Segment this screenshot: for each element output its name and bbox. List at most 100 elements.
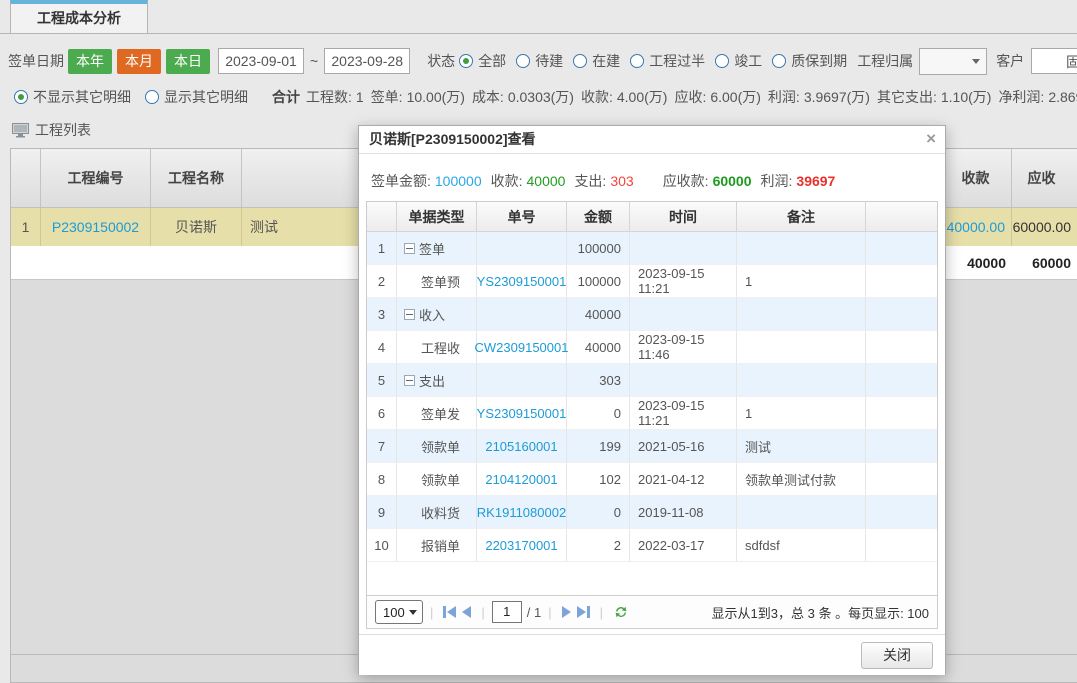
document-row: 5 支出 303 xyxy=(367,364,937,397)
status-radio-option[interactable]: 竣工 xyxy=(715,51,762,71)
radio-icon[interactable] xyxy=(459,54,473,68)
quick-date-buttons: 本年 本月 本日 xyxy=(68,49,215,74)
doc-number-link[interactable]: 2105160001 xyxy=(485,439,557,454)
cell-doc-type: 支出 xyxy=(397,364,477,397)
total-label: 合计 xyxy=(272,87,300,107)
stat-label: 其它支出: xyxy=(877,89,937,105)
doc-number-link[interactable]: CW2309150001 xyxy=(475,340,569,355)
radio-icon[interactable] xyxy=(715,54,729,68)
monitor-icon xyxy=(12,123,29,138)
status-radio-option[interactable]: 待建 xyxy=(516,51,563,71)
summary-stat: 应收:6.00(万) xyxy=(674,87,760,107)
status-radio-option[interactable]: 在建 xyxy=(573,51,620,71)
clipped-label: 固 xyxy=(1066,52,1077,72)
cell-doc-type: 收料货 xyxy=(397,496,477,529)
total-received: 40000 xyxy=(946,246,1012,279)
header-project-code[interactable]: 工程编号 xyxy=(41,149,151,207)
header-note[interactable]: 备注 xyxy=(737,202,866,231)
date-to-input[interactable]: 2023-09-28 xyxy=(324,48,410,74)
doc-number-link[interactable]: YS2309150001 xyxy=(477,406,567,421)
cell-row-number: 1 xyxy=(11,208,41,246)
project-code-link[interactable]: P2309150002 xyxy=(52,219,139,235)
tab-project-cost-analysis[interactable]: 工程成本分析 xyxy=(10,0,148,33)
close-button[interactable]: 关闭 xyxy=(861,642,933,669)
detail-radio-option[interactable]: 显示其它明细 xyxy=(145,87,248,107)
cell-doc-type: 收入 xyxy=(397,298,477,331)
next-page-button[interactable] xyxy=(562,606,571,618)
doc-type-label: 领款单 xyxy=(421,437,460,456)
header-project-name[interactable]: 工程名称 xyxy=(151,149,242,207)
first-page-button[interactable] xyxy=(443,606,456,618)
status-radio-option[interactable]: 工程过半 xyxy=(630,51,705,71)
header-doc-type[interactable]: 单据类型 xyxy=(397,202,477,231)
radio-icon[interactable] xyxy=(573,54,587,68)
radio-icon[interactable] xyxy=(14,90,28,104)
doc-type-label: 支出 xyxy=(419,371,445,390)
dialog-stat-value: 40000 xyxy=(527,173,566,189)
dialog-stat: 支出:303 xyxy=(574,171,633,191)
detail-option-label: 不显示其它明细 xyxy=(33,87,131,107)
cell-row-number: 9 xyxy=(367,496,397,529)
status-radio-option[interactable]: 全部 xyxy=(459,51,506,71)
doc-number-link[interactable]: 2203170001 xyxy=(485,538,557,553)
cell-row-number: 8 xyxy=(367,463,397,496)
doc-number-link[interactable]: RK1911080002 xyxy=(477,505,566,520)
doc-number-link[interactable]: YS2309150001 xyxy=(477,274,567,289)
pagination-bar: 100 | | 1 / 1 | | 显示从1到3，总 3 条 。每页显示: 10… xyxy=(367,595,937,628)
status-radio-option[interactable]: 质保到期 xyxy=(772,51,847,71)
cell-spacer xyxy=(866,298,937,331)
radio-icon[interactable] xyxy=(516,54,530,68)
chevron-down-icon xyxy=(409,610,417,615)
stat-value: 6.00(万) xyxy=(710,89,761,105)
status-option-label: 待建 xyxy=(535,51,563,71)
header-amount[interactable]: 金额 xyxy=(567,202,630,231)
cell-time: 2023-09-15 11:21 xyxy=(630,397,737,430)
cell-doc-type: 报销单 xyxy=(397,529,477,562)
received-amount-link[interactable]: 40000.00 xyxy=(947,219,1005,235)
cell-row-number: 6 xyxy=(367,397,397,430)
quick-date-button[interactable]: 本年 xyxy=(68,49,112,74)
header-time[interactable]: 时间 xyxy=(630,202,737,231)
cell-note xyxy=(737,298,866,331)
header-doc-number[interactable]: 单号 xyxy=(477,202,567,231)
stat-value: 4.00(万) xyxy=(617,89,668,105)
summary-stat: 收款:4.00(万) xyxy=(581,87,667,107)
date-from-input[interactable]: 2023-09-01 xyxy=(218,48,304,74)
stat-label: 签单: xyxy=(371,89,403,105)
close-icon[interactable]: × xyxy=(926,130,936,148)
project-owner-select[interactable] xyxy=(919,48,987,75)
stat-value: 2.8697(万) xyxy=(1048,89,1077,105)
cell-amount: 40000 xyxy=(567,331,630,364)
collapse-icon[interactable] xyxy=(404,375,415,386)
dialog-stat-label: 利润: xyxy=(761,173,793,189)
detail-radio-option[interactable]: 不显示其它明细 xyxy=(14,87,131,107)
refresh-icon[interactable] xyxy=(613,604,629,620)
doc-number-link[interactable]: 2104120001 xyxy=(485,472,557,487)
cell-time: 2021-04-12 xyxy=(630,463,737,496)
page-number-input[interactable]: 1 xyxy=(492,601,522,623)
quick-date-button[interactable]: 本日 xyxy=(166,49,210,74)
radio-icon[interactable] xyxy=(772,54,786,68)
header-spacer xyxy=(866,202,937,231)
last-page-button[interactable] xyxy=(577,606,590,618)
status-option-label: 工程过半 xyxy=(649,51,705,71)
project-owner-label: 工程归属 xyxy=(857,51,913,71)
header-received[interactable]: 收款 xyxy=(946,149,1012,207)
cell-doc-type: 领款单 xyxy=(397,463,477,496)
collapse-icon[interactable] xyxy=(404,309,415,320)
detail-option-label: 显示其它明细 xyxy=(164,87,248,107)
radio-icon[interactable] xyxy=(145,90,159,104)
summary-stat: 其它支出:1.10(万) xyxy=(877,87,991,107)
header-receivable[interactable]: 应收 xyxy=(1012,149,1077,207)
radio-icon[interactable] xyxy=(630,54,644,68)
header-row-number xyxy=(367,202,397,231)
header-row-number xyxy=(11,149,41,207)
cell-amount: 0 xyxy=(567,397,630,430)
document-table-header: 单据类型 单号 金额 时间 备注 xyxy=(367,202,937,232)
dialog-stat-value: 303 xyxy=(610,173,633,189)
quick-date-button[interactable]: 本月 xyxy=(117,49,161,74)
page-size-select[interactable]: 100 xyxy=(375,600,423,624)
doc-type-label: 签单 xyxy=(419,239,445,258)
collapse-icon[interactable] xyxy=(404,243,415,254)
prev-page-button[interactable] xyxy=(462,606,471,618)
